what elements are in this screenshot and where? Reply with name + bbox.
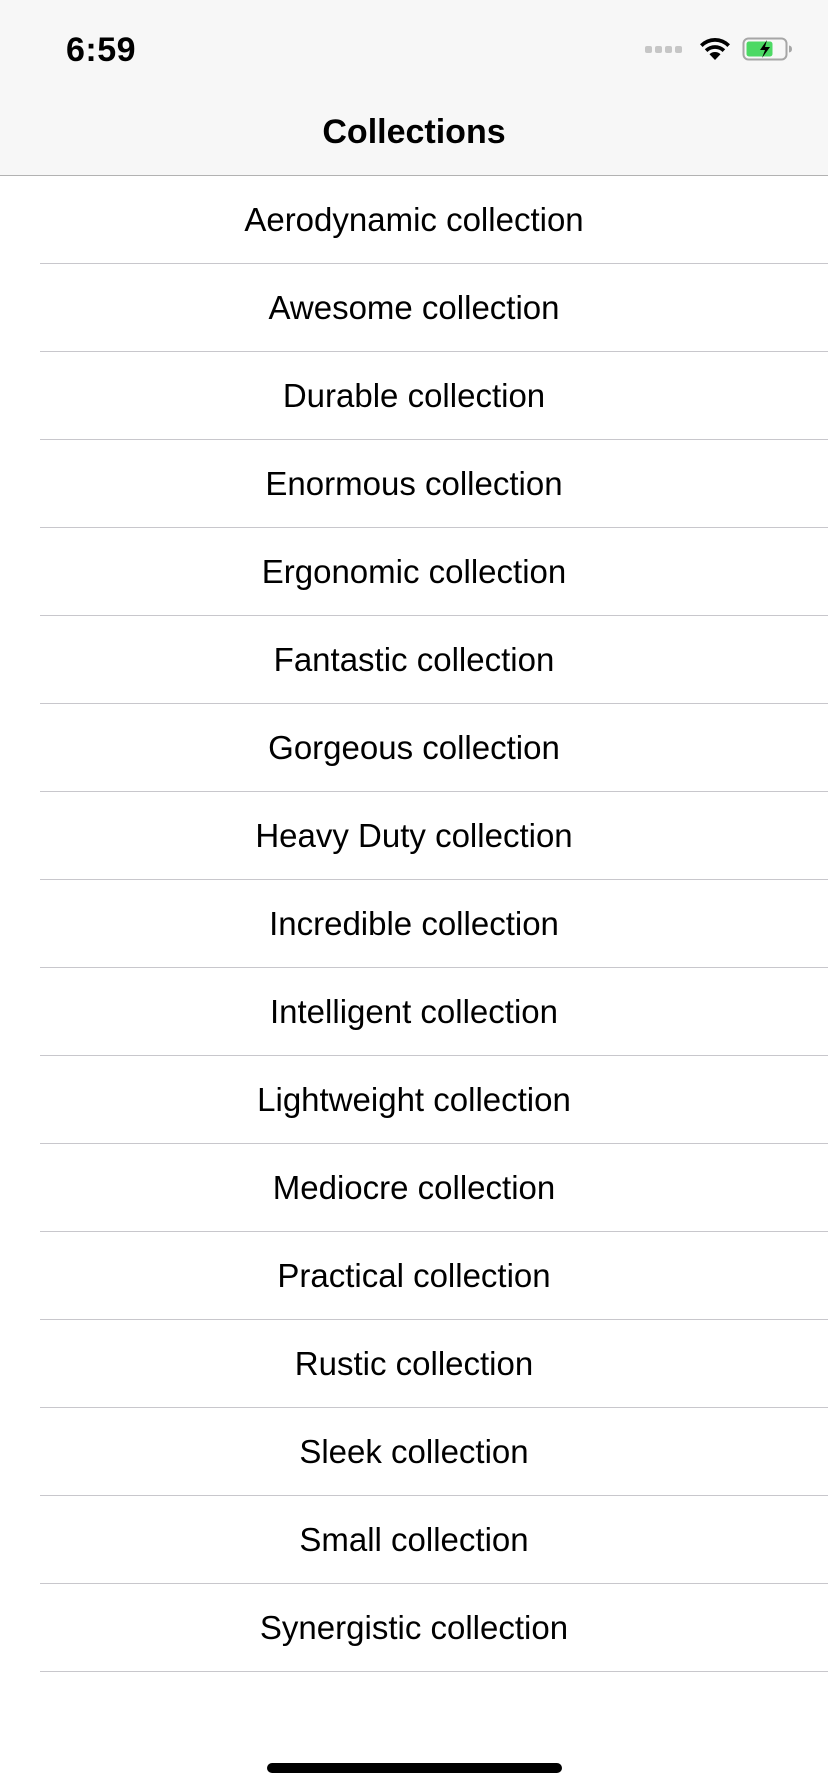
list-item-label: Ergonomic collection bbox=[261, 553, 567, 590]
list-item-label: Mediocre collection bbox=[272, 1169, 556, 1206]
status-icons bbox=[645, 34, 794, 64]
list-item[interactable]: Fantastic collection bbox=[0, 616, 828, 704]
status-time: 6:59 bbox=[66, 31, 137, 69]
list-item[interactable]: Synergistic collection bbox=[0, 1584, 828, 1672]
list-item-label: Small collection bbox=[299, 1521, 529, 1558]
list-item[interactable]: Ergonomic collection bbox=[0, 528, 828, 616]
wifi-icon bbox=[700, 37, 730, 60]
list-item[interactable]: Practical collection bbox=[0, 1232, 828, 1320]
list-item-label: Lightweight collection bbox=[257, 1081, 571, 1118]
list-item-label: Practical collection bbox=[277, 1257, 551, 1294]
list-item-label: Awesome collection bbox=[268, 289, 560, 326]
home-indicator[interactable] bbox=[267, 1763, 562, 1773]
list-item-label: Incredible collection bbox=[269, 905, 559, 942]
list-item[interactable]: Aerodynamic collection bbox=[0, 176, 828, 264]
list-item-label: Durable collection bbox=[282, 377, 546, 414]
list-item[interactable]: Lightweight collection bbox=[0, 1056, 828, 1144]
list-item-label: Synergistic collection bbox=[259, 1609, 569, 1646]
list-item-label: Fantastic collection bbox=[273, 641, 555, 678]
app-screen: 6:59 Collections Aerodynamic collection A… bbox=[0, 0, 828, 1792]
list-item[interactable]: Mediocre collection bbox=[0, 1144, 828, 1232]
list-item-label: Intelligent collection bbox=[269, 993, 558, 1030]
list-item[interactable]: Awesome collection bbox=[0, 264, 828, 352]
list-item[interactable]: Intelligent collection bbox=[0, 968, 828, 1056]
list-item-label: Enormous collection bbox=[265, 465, 563, 502]
list-item-label: Sleek collection bbox=[299, 1433, 529, 1470]
list-item[interactable]: Enormous collection bbox=[0, 440, 828, 528]
list-item[interactable]: Durable collection bbox=[0, 352, 828, 440]
list-item[interactable]: Incredible collection bbox=[0, 880, 828, 968]
list-item[interactable]: Gorgeous collection bbox=[0, 704, 828, 792]
cellular-signal-icon bbox=[645, 45, 682, 53]
page-title: Collections bbox=[322, 113, 506, 151]
list-item-label: Heavy Duty collection bbox=[255, 817, 573, 854]
list-item-label: Gorgeous collection bbox=[268, 729, 560, 766]
list-item-label: Aerodynamic collection bbox=[244, 201, 584, 238]
list-item[interactable]: Heavy Duty collection bbox=[0, 792, 828, 880]
collection-list: Aerodynamic collection Awesome collection… bbox=[0, 176, 828, 1672]
list-item-label: Rustic collection bbox=[294, 1345, 534, 1382]
list-item[interactable]: Sleek collection bbox=[0, 1408, 828, 1496]
list-item[interactable]: Rustic collection bbox=[0, 1320, 828, 1408]
navigation-bar: 6:59 Collections bbox=[0, 0, 828, 176]
list-item[interactable]: Small collection bbox=[0, 1496, 828, 1584]
battery-charging-icon bbox=[742, 37, 792, 61]
